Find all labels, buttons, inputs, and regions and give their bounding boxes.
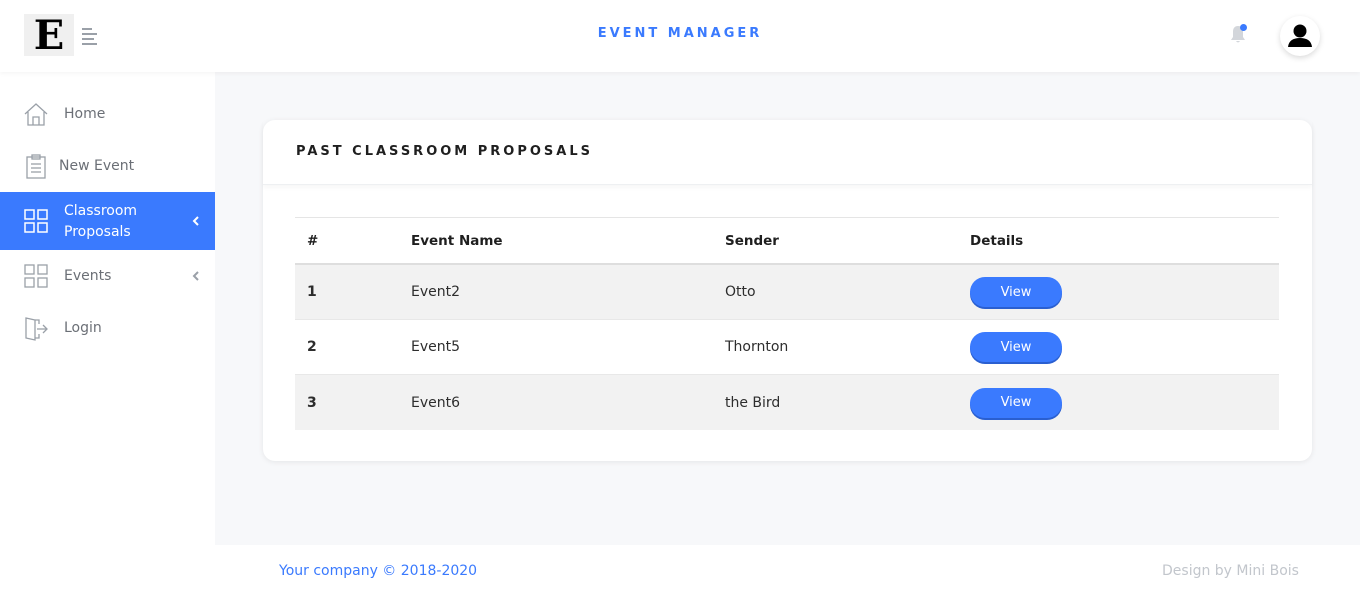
table-row: 3 Event6 the Bird View [295,375,1279,430]
sidebar-item-label-line1: Classroom [64,203,138,219]
top-header: E EVENT MANAGER [0,0,1360,72]
event-name: Event5 [411,339,461,355]
event-name: Event2 [411,284,461,300]
table-row: 2 Event5 Thornton View [295,320,1279,375]
sidebar-item-login[interactable]: Login [0,314,215,342]
row-number: 1 [307,284,317,300]
login-icon [25,317,48,341]
sidebar-item-home[interactable]: Home [0,100,215,128]
sidebar-item-label: Classroom Proposals [64,201,137,243]
sidebar-item-new-event[interactable]: New Event [0,152,215,180]
table-row: 1 Event2 Otto View [295,265,1279,320]
column-header-sender: Sender [725,232,779,249]
chevron-left-icon [192,271,199,281]
footer-credit: Design by Mini Bois [1162,563,1299,579]
sidebar-item-classroom-proposals[interactable]: Classroom Proposals [0,192,215,250]
sender-name: Thornton [725,339,789,355]
sender-name: the Bird [725,394,781,411]
sidebar-item-label: New Event [59,158,135,174]
proposals-table: # Event Name Sender Details 1 Event2 Ott… [295,217,1279,430]
view-button[interactable]: View [970,332,1062,362]
view-button[interactable]: View [970,387,1062,418]
card-header: PAST CLASSROOM PROPOSALS [263,120,1312,185]
sidebar: Home New Event Classroom Proposals Event… [0,72,215,545]
sidebar-item-label: Login [64,320,102,336]
row-number: 2 [307,339,317,355]
sidebar-item-label: Home [64,106,106,122]
footer: Your company © 2018-2020 Design by Mini … [0,545,1360,598]
sidebar-item-label: Events [64,268,112,284]
row-number: 3 [307,394,317,411]
chevron-left-icon [192,216,199,226]
sidebar-item-label-line2: Proposals [64,224,131,240]
card-title: PAST CLASSROOM PROPOSALS [296,144,593,159]
column-header-number: # [307,232,319,249]
column-header-details: Details [970,232,1024,249]
app-title: EVENT MANAGER [597,26,763,41]
sidebar-item-events[interactable]: Events [0,262,215,290]
home-icon [24,103,48,126]
sender-name: Otto [725,284,756,300]
table-header: # Event Name Sender Details [295,218,1279,265]
grid-icon [24,209,48,233]
grid-icon [24,264,48,288]
user-avatar-icon[interactable] [1280,16,1320,56]
column-header-event-name: Event Name [411,232,503,249]
notification-dot [1240,24,1247,31]
proposals-card: PAST CLASSROOM PROPOSALS # Event Name Se… [263,120,1312,461]
clipboard-icon [26,154,46,179]
footer-copyright: Your company © 2018-2020 [279,563,478,579]
view-button[interactable]: View [970,277,1062,307]
event-name: Event6 [411,394,461,411]
